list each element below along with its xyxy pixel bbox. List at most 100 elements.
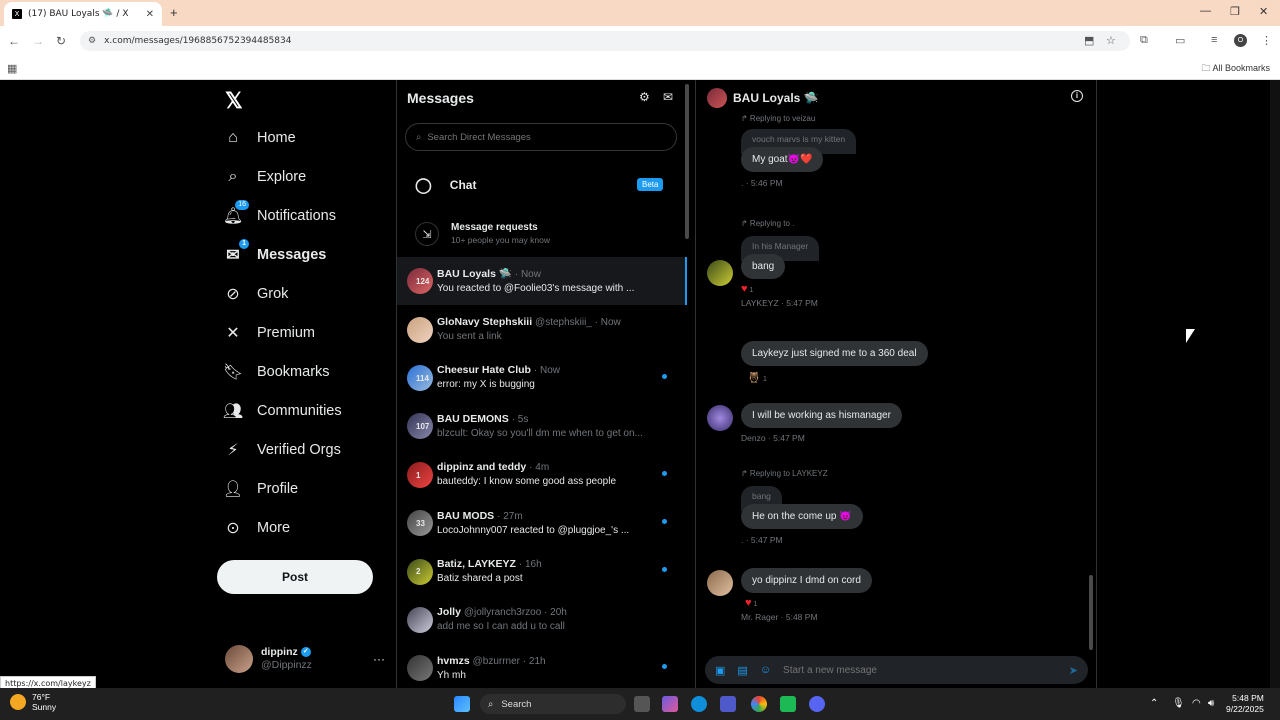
edge-icon[interactable] (691, 696, 707, 712)
app-icon[interactable] (780, 696, 796, 712)
x-favicon-icon: X (12, 9, 22, 19)
sender-avatar[interactable] (707, 260, 733, 286)
conversation-item[interactable]: hvmzs @bzurrner · 21h Yh mh (397, 644, 687, 692)
info-icon[interactable]: i (1071, 90, 1083, 102)
discord-icon[interactable] (809, 696, 825, 712)
heart-reaction[interactable]: ♥ 1 (745, 597, 872, 609)
conversation-item[interactable]: 33 BAU MODS · 27m LocoJohnny007 reacted to… (397, 499, 687, 547)
chat-entry[interactable]: ◯ Chat Beta (397, 170, 687, 200)
owl-reaction[interactable]: 🦉︎ 1 (747, 371, 928, 384)
cast-icon[interactable]: ▭ (1175, 34, 1185, 47)
chat-title: BAU Loyals 🛸 (733, 91, 819, 105)
nav-home[interactable]: ⌂ Home (223, 128, 296, 148)
tab-search-icon[interactable]: ≡ (1211, 34, 1217, 46)
wifi-icon[interactable]: ◠ (1192, 698, 1201, 709)
system-clock[interactable]: 5:48 PM 9/22/2025 (1226, 693, 1264, 715)
nav-explore[interactable]: ⌕ Explore (223, 167, 307, 187)
menu-dots-icon[interactable]: ⋮ (1261, 34, 1272, 47)
chat-panel: BAU Loyals 🛸 i ↱ Replying to veizau vouc… (697, 80, 1097, 688)
message-requests[interactable]: ⇲ Message requests 10+ people you may kn… (397, 214, 687, 254)
inbox-icon: ⇲ (415, 222, 439, 246)
volume-icon[interactable]: 🔊︎ (1208, 698, 1214, 709)
nav-home-label: Home (257, 130, 296, 146)
conversation-item[interactable]: 114 Cheesur Hate Club · Now error: my X is… (397, 354, 687, 402)
emoji-icon[interactable]: ☺ (760, 664, 771, 676)
account-switcher[interactable]: dippinz ✓ @Dippinzz ··· (225, 642, 385, 676)
minimize-icon[interactable]: — (1200, 5, 1211, 17)
unread-count: 107 (416, 422, 430, 432)
forward-icon[interactable]: → (32, 34, 44, 48)
install-icon[interactable]: ⬒ (1084, 34, 1094, 47)
nav-verified-orgs[interactable]: ⚡︎ Verified Orgs (223, 440, 340, 460)
conversation-list: 124 BAU Loyals 🛸 · Now You reacted to @Foo… (397, 257, 687, 693)
tray-chevron-icon[interactable]: ⌃ (1150, 698, 1158, 709)
microphone-icon[interactable]: 🎙︎ (1172, 698, 1185, 709)
nav-more[interactable]: ⊙ More (223, 518, 290, 538)
sender-avatar[interactable] (707, 405, 733, 431)
message-bubble[interactable]: Laykeyz just signed me to a 360 deal (741, 341, 928, 366)
message-timestamp: Mr. Rager · 5:48 PM (741, 612, 818, 622)
sender-avatar[interactable] (707, 570, 733, 596)
heart-reaction[interactable]: ♥ 1 (741, 283, 819, 295)
dm-search-input[interactable] (427, 131, 658, 143)
task-view-icon[interactable] (634, 696, 650, 712)
message-bubble[interactable]: My goat😈❤️ (741, 147, 824, 172)
message-item: I will be working as hismanager Denzo · … (741, 403, 902, 443)
x-logo-icon[interactable]: 𝕏 (225, 88, 243, 114)
address-bar[interactable]: ⚙ x.com/messages/1968856752394485834 (80, 31, 1130, 51)
chat-scrollbar[interactable] (1089, 575, 1093, 650)
more-dots-icon[interactable]: ··· (373, 652, 385, 666)
conversation-item[interactable]: 124 BAU Loyals 🛸 · Now You reacted to @Foo… (397, 257, 687, 306)
back-icon[interactable]: ← (8, 34, 20, 48)
nav-communities[interactable]: 👥︎ Communities (223, 401, 342, 421)
weather-widget[interactable]: 76°F Sunny (10, 692, 56, 712)
conversation-item[interactable]: 2 Batiz, LAYKEYZ · 16h Batiz shared a post (397, 547, 687, 595)
image-icon[interactable]: ▣ (715, 664, 725, 677)
new-tab-icon[interactable]: + (170, 5, 178, 20)
reply-indicator: ↱ Replying to veizau (741, 114, 816, 123)
profile-icon[interactable]: O (1234, 34, 1247, 47)
apps-grid-icon[interactable]: ▦ (7, 62, 17, 75)
browser-tab[interactable]: X (17) BAU Loyals 🛸 / X ✕ (4, 2, 162, 26)
chat-header[interactable]: BAU Loyals 🛸 (707, 88, 819, 108)
nav-profile[interactable]: 👤︎ Profile (223, 479, 298, 499)
nav-bookmarks[interactable]: 🔖︎ Bookmarks (223, 362, 330, 382)
taskbar-search[interactable]: ⌕ Search (480, 694, 626, 714)
dm-search[interactable]: ⌕ (405, 123, 677, 151)
extensions-icon[interactable]: ⧉ (1140, 34, 1148, 47)
message-bubble[interactable]: bang (741, 254, 786, 279)
start-windows-icon[interactable] (454, 696, 470, 712)
page-scrollbar[interactable] (1270, 80, 1280, 688)
conversation-scrollbar[interactable] (685, 84, 689, 239)
nav-messages[interactable]: ✉ 1 Messages (223, 239, 326, 265)
post-button[interactable]: Post (217, 560, 373, 594)
message-bubble[interactable]: He on the come up 😈 (741, 504, 863, 529)
send-icon[interactable]: ➤ (1069, 664, 1078, 677)
star-icon[interactable]: ☆ (1106, 34, 1116, 47)
nav-notifications[interactable]: 🔔︎ 16 Notifications (223, 200, 336, 226)
nav-grok[interactable]: ⊘ Grok (223, 284, 288, 304)
conversation-item[interactable]: 1 dippinz and teddy · 4m bauteddy: I know … (397, 451, 687, 499)
new-message-icon[interactable]: ✉ (663, 90, 673, 104)
nav-premium[interactable]: ✕ Premium (223, 323, 315, 343)
settings-gear-icon[interactable]: ⚙ (639, 90, 650, 104)
conversation-item[interactable]: GloNavy Stephskiii @stephskiii_ · Now You… (397, 305, 687, 353)
teams-icon[interactable] (720, 696, 736, 712)
gif-icon[interactable]: ▤ (737, 664, 747, 677)
message-input[interactable] (783, 664, 1054, 676)
conversation-item[interactable]: Jolly @jollyranch3rzoo · 20h add me so I … (397, 596, 687, 644)
close-tab-icon[interactable]: ✕ (146, 9, 154, 20)
message-bubble[interactable]: yo dippinz I dmd on cord (741, 568, 872, 593)
close-window-icon[interactable]: ✕ (1259, 5, 1268, 18)
conversation-name: dippinz and teddy (437, 461, 527, 474)
conversation-item[interactable]: 107 BAU DEMONS · 5s blzcult: Okay so you'l… (397, 402, 687, 450)
x-app: 𝕏 ⌂ Home ⌕ Explore 🔔︎ 16 Notifications ✉ 1… (0, 80, 1280, 688)
copilot-icon[interactable] (662, 696, 678, 712)
bookmarks-bar: ▦ 🗀 All Bookmarks (0, 56, 1280, 80)
maximize-icon[interactable]: ❐ (1230, 5, 1240, 18)
message-bubble[interactable]: I will be working as hismanager (741, 403, 902, 428)
all-bookmarks[interactable]: 🗀 All Bookmarks (1201, 61, 1270, 77)
site-info-icon[interactable]: ⚙ (88, 36, 96, 46)
reload-icon[interactable]: ↻ (56, 34, 66, 48)
chrome-icon[interactable] (751, 696, 767, 712)
